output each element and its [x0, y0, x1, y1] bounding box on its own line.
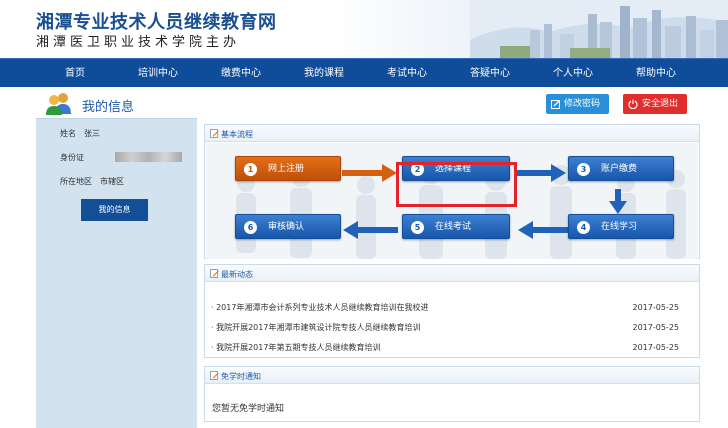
nav-payment-center[interactable]: 缴费中心 — [206, 59, 276, 88]
main-nav: 首页 培训中心 缴费中心 我的课程 考试中心 答疑中心 个人中心 帮助中心 — [0, 58, 728, 87]
step-number: 3 — [577, 163, 590, 176]
news-title: · 2017年湘潭市会计系列专业技术人员继续教育培训在我校进 — [211, 303, 429, 312]
step-account-payment[interactable]: 3 账户缴费 — [568, 156, 674, 181]
panel-header: 基本流程 — [205, 125, 699, 142]
news-date: 2017-05-25 — [632, 343, 680, 352]
step-online-exam[interactable]: 5 在线考试 — [402, 214, 510, 239]
step-number: 5 — [411, 221, 424, 234]
flow-heading: 基本流程 — [221, 130, 253, 139]
step-number: 4 — [577, 221, 590, 234]
highlight-box — [396, 162, 517, 207]
exemption-notice-panel: 免学时通知 您暂无免学时通知 — [204, 366, 700, 422]
page-titlebar: 我的信息 修改密码 安全退出 — [36, 88, 692, 118]
nav-exam-center[interactable]: 考试中心 — [372, 59, 442, 88]
nav-training-center[interactable]: 培训中心 — [123, 59, 193, 88]
name-value: 张三 — [84, 129, 100, 138]
change-password-label: 修改密码 — [564, 99, 601, 109]
latest-news-panel: 最新动态 · 2017年湘潭市会计系列专业技术人员继续教育培训在我校进 2017… — [204, 264, 700, 358]
page-title: 我的信息 — [82, 100, 135, 115]
step-online-study[interactable]: 4 在线学习 — [568, 214, 674, 239]
news-title: · 我院开展2017年湘潭市建筑设计院专技人员继续教育培训 — [211, 323, 421, 332]
step-register[interactable]: 1 网上注册 — [235, 156, 341, 181]
pencil-icon — [210, 269, 219, 278]
news-date: 2017-05-25 — [632, 323, 680, 332]
step-number: 6 — [244, 221, 257, 234]
step-label: 在线学习 — [601, 222, 638, 232]
basic-flow-panel: 基本流程 1 网上注册 2 选择课程 3 账户缴费 4 在线学习 5 在线考试 … — [204, 124, 700, 259]
panel-header: 最新动态 — [205, 265, 699, 282]
step-label: 在线考试 — [435, 222, 472, 232]
id-card-label: 身份证 — [60, 153, 84, 162]
step-label: 账户缴费 — [601, 164, 638, 174]
logout-label: 安全退出 — [642, 99, 679, 109]
arrow-right-2-3 — [517, 164, 566, 182]
panel-header: 免学时通知 — [205, 367, 699, 384]
notice-text: 您暂无免学时通知 — [212, 404, 285, 414]
pencil-icon — [210, 371, 219, 380]
step-review-confirm[interactable]: 6 审核确认 — [235, 214, 341, 239]
site-subtitle: 湘潭医卫职业技术学院主办 — [36, 35, 241, 50]
nav-my-courses[interactable]: 我的课程 — [289, 59, 359, 88]
users-icon — [46, 93, 71, 115]
nav-qa-center[interactable]: 答疑中心 — [455, 59, 525, 88]
logout-button[interactable]: 安全退出 — [623, 94, 687, 114]
step-label: 审核确认 — [268, 222, 305, 232]
news-title: · 我院开展2017年第五期专技人员继续教育培训 — [211, 343, 381, 352]
news-item[interactable]: · 我院开展2017年第五期专技人员继续教育培训 2017-05-25 — [211, 342, 691, 353]
my-info-button[interactable]: 我的信息 — [81, 199, 148, 221]
edit-icon — [551, 100, 560, 109]
nav-help-center[interactable]: 帮助中心 — [621, 59, 691, 88]
news-item[interactable]: · 2017年湘潭市会计系列专业技术人员继续教育培训在我校进 2017-05-2… — [211, 302, 691, 313]
flow-diagram: 1 网上注册 2 选择课程 3 账户缴费 4 在线学习 5 在线考试 6 审核确… — [206, 143, 698, 259]
step-label: 网上注册 — [268, 164, 305, 174]
city-skyline-banner — [470, 0, 728, 58]
change-password-button[interactable]: 修改密码 — [546, 94, 609, 114]
id-card-value-redacted — [115, 152, 182, 162]
user-info-sidebar: 姓名 张三 身份证 所在地区 市辖区 我的信息 — [36, 118, 197, 428]
region-label: 所在地区 — [60, 177, 92, 186]
pencil-icon — [210, 129, 219, 138]
arrow-left-5-6 — [343, 221, 398, 239]
arrow-down-3-4 — [609, 189, 627, 214]
site-header: 湘潭专业技术人员继续教育网 湘潭医卫职业技术学院主办 — [0, 0, 728, 58]
step-number: 1 — [244, 163, 257, 176]
news-heading: 最新动态 — [221, 270, 253, 279]
notice-heading: 免学时通知 — [221, 372, 261, 381]
nav-personal-center[interactable]: 个人中心 — [538, 59, 608, 88]
news-item[interactable]: · 我院开展2017年湘潭市建筑设计院专技人员继续教育培训 2017-05-25 — [211, 322, 691, 333]
region-value: 市辖区 — [100, 177, 124, 186]
nav-home[interactable]: 首页 — [40, 59, 110, 88]
arrow-left-4-5 — [518, 221, 569, 239]
news-date: 2017-05-25 — [632, 303, 680, 312]
name-label: 姓名 — [60, 129, 76, 138]
power-icon — [628, 99, 638, 109]
arrow-right-1-2 — [342, 164, 397, 182]
